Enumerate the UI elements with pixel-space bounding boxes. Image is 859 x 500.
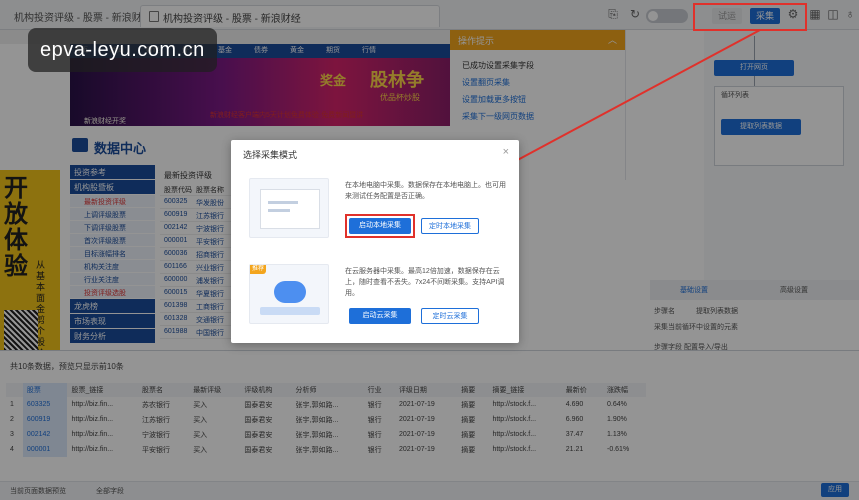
local-description: 在本地电脑中采集。数据保存在本地电脑上。也可用来测试任务配置是否正确。: [345, 182, 506, 200]
close-icon[interactable]: ×: [503, 146, 509, 158]
cloud-description: 在云服务器中采集。最高12倍加速，数据保存在云上，随时查看不丢失。7x24不间断…: [345, 268, 505, 297]
recommend-badge: 推荐: [250, 265, 266, 274]
cloud-option: 推荐 在云服务器中采集。最高12倍加速，数据保存在云上，随时查看不丢失。7x24…: [249, 264, 511, 324]
cloud-illustration: 推荐: [249, 264, 329, 324]
server-shape: [260, 307, 320, 315]
local-illustration: [249, 178, 329, 238]
schedule-local-button[interactable]: 定时本地采集: [421, 218, 479, 234]
cloud-shape: [274, 281, 306, 303]
collect-mode-dialog: 选择采集模式 × 在本地电脑中采集。数据保存在本地电脑上。也可用来测试任务配置是…: [231, 140, 519, 343]
start-cloud-button[interactable]: 启动云采集: [349, 308, 411, 324]
highlight-box: [345, 214, 415, 238]
local-option: 在本地电脑中采集。数据保存在本地电脑上。也可用来测试任务配置是否正确。 启动本地…: [249, 178, 511, 238]
dialog-title: 选择采集模式: [243, 150, 298, 160]
content-line: [268, 209, 290, 212]
watermark: epva-leyu.com.cn: [28, 28, 217, 72]
schedule-cloud-button[interactable]: 定时云采集: [421, 308, 479, 324]
content-line: [268, 201, 298, 204]
